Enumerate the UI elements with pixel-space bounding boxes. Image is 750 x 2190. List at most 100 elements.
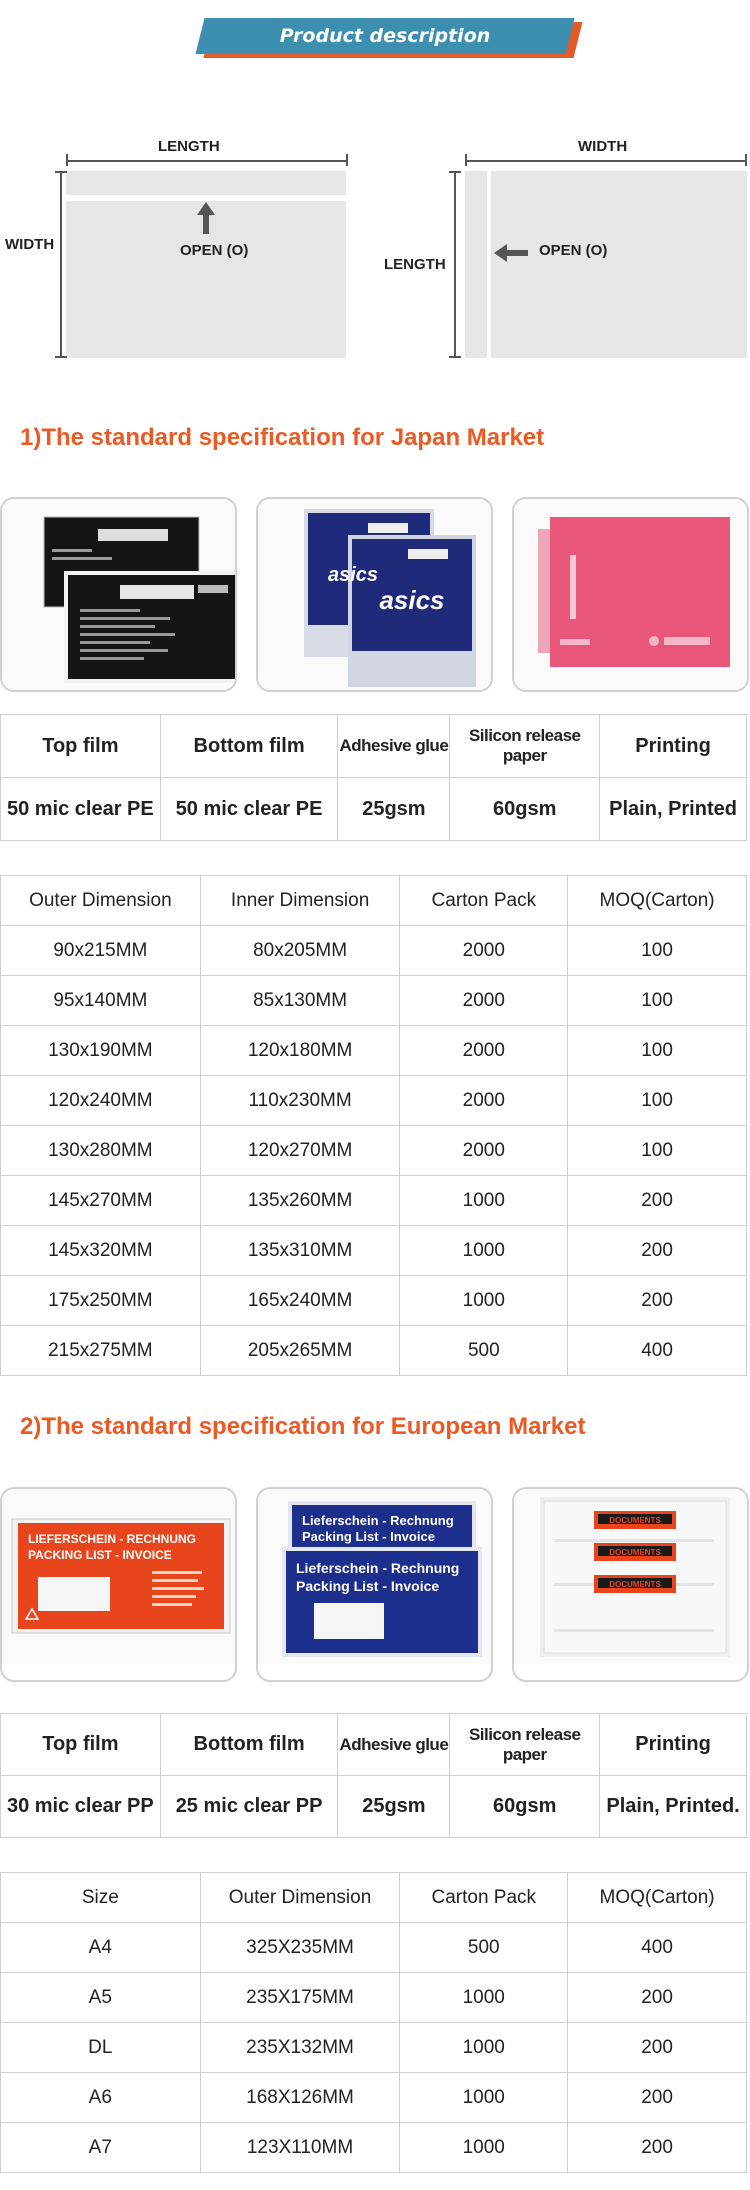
table-cell: 130x280MM xyxy=(0,1125,201,1176)
table-cell: 120x180MM xyxy=(199,1025,401,1076)
length-label: LENGTH xyxy=(158,138,220,155)
table-cell: 90x215MM xyxy=(0,925,201,976)
table-cell: 175x250MM xyxy=(0,1275,201,1326)
table-cell: 1000 xyxy=(399,1275,569,1326)
blue-line1-text: Lieferschein - Rechnung xyxy=(296,1560,459,1576)
table-cell: 1000 xyxy=(399,2022,569,2073)
width-tick-right-right xyxy=(745,154,747,166)
table-row: A4 325X235MM 500 400 xyxy=(0,1922,747,1973)
photo-documents-envelope: DOCUMENTS DOCUMENTS DOCUMENTS xyxy=(512,1487,749,1682)
table-cell: 130x190MM xyxy=(0,1025,201,1076)
open-label: OPEN (O) xyxy=(180,242,249,259)
column-header: MOQ(Carton) xyxy=(567,1872,747,1923)
side-pocket-area xyxy=(491,171,747,358)
dimension-header-row: Outer Dimension Inner Dimension Carton P… xyxy=(0,875,747,926)
spec-value-top-film: 30 mic clear PP xyxy=(0,1775,161,1838)
table-cell: 110x230MM xyxy=(199,1075,401,1126)
photo-asics-envelope: asics asics xyxy=(256,497,493,692)
table-cell: 1000 xyxy=(399,2122,569,2173)
spec-value-top-film: 50 mic clear PE xyxy=(0,777,161,841)
spec-header-adhesive-glue: Adhesive glue xyxy=(337,1713,451,1776)
table-cell: 1000 xyxy=(399,2072,569,2123)
table-cell: 2000 xyxy=(399,1025,569,1076)
spec-header-row: Top film Bottom film Adhesive glue Silic… xyxy=(0,714,747,778)
table-row: A7 123X110MM 1000 200 xyxy=(0,2122,747,2173)
blue-back-line1-text: Lieferschein - Rechnung xyxy=(302,1513,454,1528)
table-cell: 85x130MM xyxy=(199,975,401,1026)
table-row: 145x270MM 135x260MM 1000 200 xyxy=(0,1175,747,1226)
table-cell: 1000 xyxy=(399,1225,569,1276)
column-header: MOQ(Carton) xyxy=(567,875,747,926)
table-cell: 165x240MM xyxy=(199,1275,401,1326)
blue-back-line2-text: Packing List - Invoice xyxy=(302,1529,435,1544)
length-tick-left xyxy=(66,154,68,166)
table-row: 95x140MM 85x130MM 2000 100 xyxy=(0,975,747,1026)
column-header: Carton Pack xyxy=(399,875,569,926)
spec-value-bottom-film: 25 mic clear PP xyxy=(159,1775,339,1838)
column-header: Carton Pack xyxy=(399,1872,569,1923)
navy-envelope-image: asics asics xyxy=(258,499,491,690)
europe-section-title: 2)The standard specification for Europea… xyxy=(20,1413,586,1440)
column-header: Size xyxy=(0,1872,201,1923)
width-tick-left-right xyxy=(465,154,467,166)
table-row: 130x280MM 120x270MM 2000 100 xyxy=(0,1125,747,1176)
width-dimension-line xyxy=(60,171,62,358)
dimension-table-body: A4 325X235MM 500 400 A5 235X175MM 1000 200 DL 235… xyxy=(0,1922,747,2173)
table-cell: 200 xyxy=(567,1275,747,1326)
table-cell: 325X235MM xyxy=(199,1922,401,1973)
width-tick-bottom xyxy=(55,356,67,358)
japan-section-title: 1)The standard specification for Japan M… xyxy=(20,424,545,451)
table-row: 215x275MM 205x265MM 500 400 xyxy=(0,1325,747,1376)
pink-envelope-image xyxy=(514,499,747,690)
side-flap-area xyxy=(465,171,487,358)
orange-line2-text: PACKING LIST - INVOICE xyxy=(28,1548,172,1562)
banner-title: Product description xyxy=(279,25,491,47)
spec-header-silicon-paper: Silicon release paper xyxy=(449,714,601,778)
table-cell: 120x270MM xyxy=(199,1125,401,1176)
length-tick-bottom-right xyxy=(449,356,461,358)
spec-header-top-film: Top film xyxy=(0,1713,161,1776)
japan-dimension-table: Outer Dimension Inner Dimension Carton P… xyxy=(0,875,747,1376)
table-cell: 2000 xyxy=(399,1075,569,1126)
length-dimension-line-right xyxy=(454,171,456,358)
table-cell: 200 xyxy=(567,2122,747,2173)
table-cell: 1000 xyxy=(399,1972,569,2023)
table-cell: 1000 xyxy=(399,1175,569,1226)
orange-envelope-image: LIEFERSCHEIN - RECHNUNG PACKING LIST - I… xyxy=(2,1489,235,1664)
column-header: Outer Dimension xyxy=(199,1872,401,1923)
spec-value-adhesive-glue: 25gsm xyxy=(337,777,451,841)
orange-line1-text: LIEFERSCHEIN - RECHNUNG xyxy=(28,1532,196,1546)
europe-spec-table: Top film Bottom film Adhesive glue Silic… xyxy=(0,1713,747,1838)
table-cell: 500 xyxy=(399,1325,569,1376)
spec-value-silicon-paper: 60gsm xyxy=(449,777,601,841)
spec-header-bottom-film: Bottom film xyxy=(159,1713,339,1776)
width-label-right: WIDTH xyxy=(578,138,628,155)
table-cell: 123X110MM xyxy=(199,2122,401,2173)
table-cell: 235X175MM xyxy=(199,1972,401,2023)
length-tick-right xyxy=(346,154,348,166)
europe-dimension-table: Size Outer Dimension Carton Pack MOQ(Car… xyxy=(0,1872,747,2173)
spec-value-printing: Plain, Printed xyxy=(599,777,747,841)
table-cell: 2000 xyxy=(399,975,569,1026)
table-cell: A4 xyxy=(0,1922,201,1973)
table-cell: 400 xyxy=(567,1922,747,1973)
asics-brand-text: asics xyxy=(379,585,444,615)
table-row: 145x320MM 135x310MM 1000 200 xyxy=(0,1225,747,1276)
spec-value-row: 30 mic clear PP 25 mic clear PP 25gsm 60… xyxy=(0,1775,747,1838)
spec-header-top-film: Top film xyxy=(0,714,161,778)
asics-brand-text-back: asics xyxy=(328,564,378,586)
spec-header-row: Top film Bottom film Adhesive glue Silic… xyxy=(0,1713,747,1776)
table-cell: 100 xyxy=(567,925,747,976)
spec-value-bottom-film: 50 mic clear PE xyxy=(159,777,339,841)
table-cell: 235X132MM xyxy=(199,2022,401,2073)
length-tick-top-right xyxy=(449,171,461,173)
table-cell: DL xyxy=(0,2022,201,2073)
table-cell: A7 xyxy=(0,2122,201,2173)
table-cell: 80x205MM xyxy=(199,925,401,976)
table-cell: 200 xyxy=(567,1225,747,1276)
table-cell: 215x275MM xyxy=(0,1325,201,1376)
photo-pink-envelope xyxy=(512,497,749,692)
table-cell: 145x270MM xyxy=(0,1175,201,1226)
black-envelope-image xyxy=(2,499,235,690)
table-cell: A5 xyxy=(0,1972,201,2023)
